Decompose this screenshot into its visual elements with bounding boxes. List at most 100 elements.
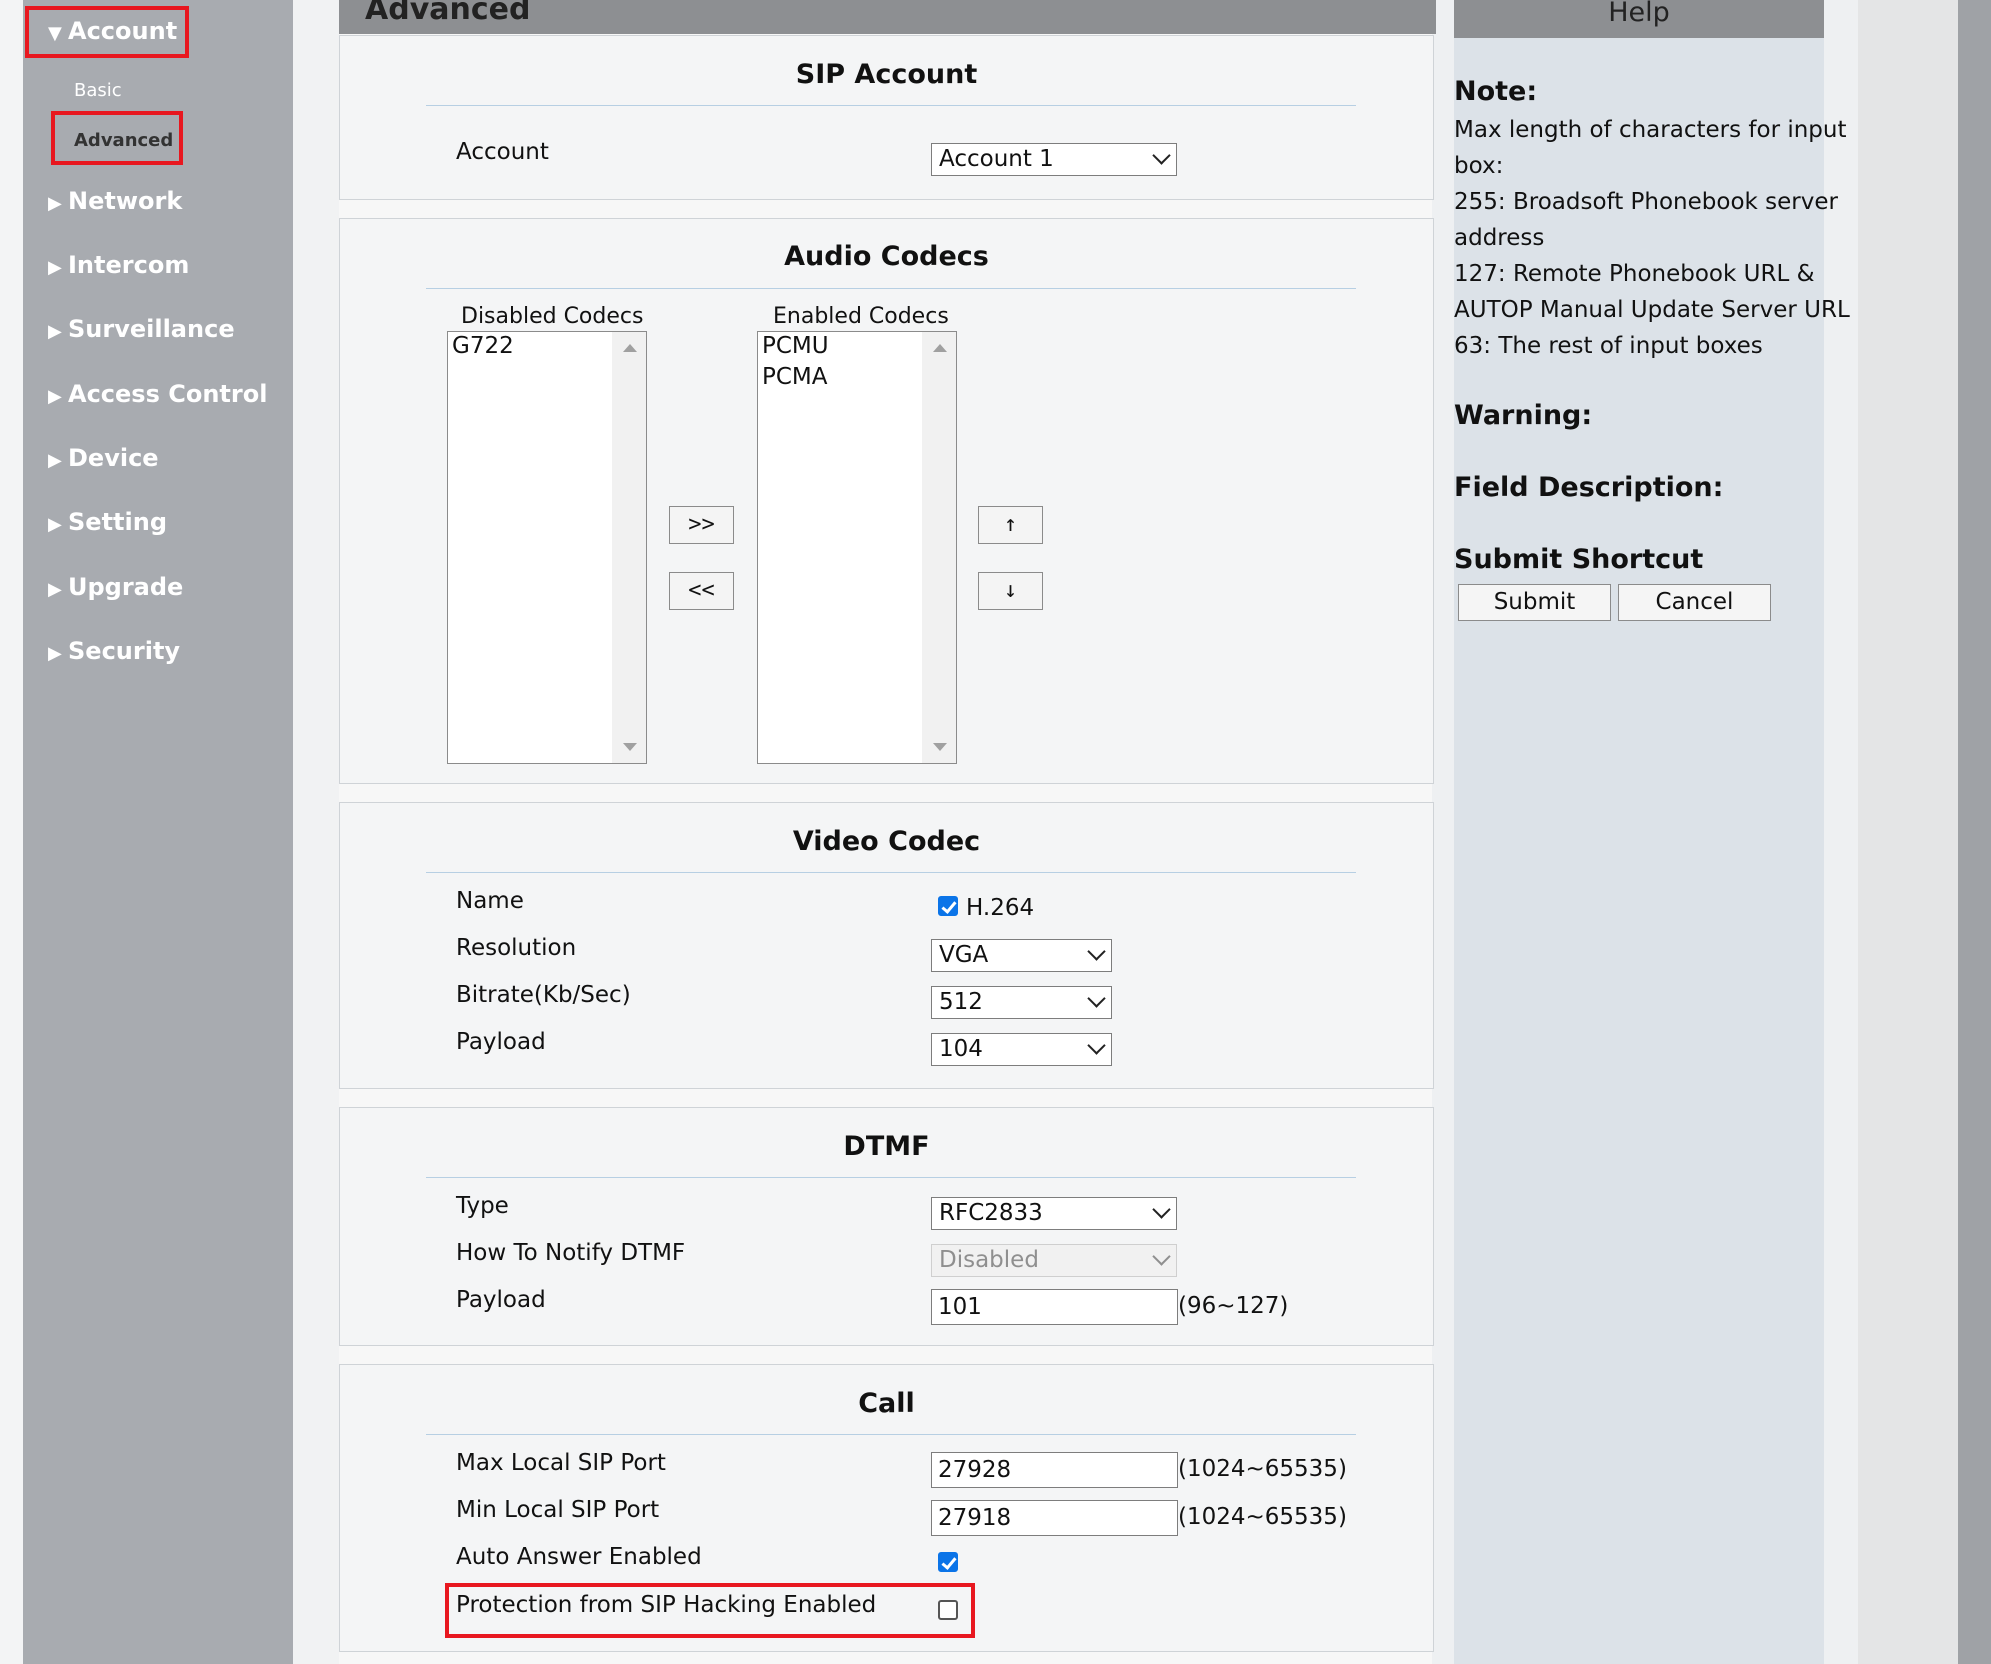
auto-answer-checkbox[interactable] [938, 1552, 958, 1572]
caret-right-icon: ▶ [48, 514, 62, 535]
video-payload-select-value: 104 [939, 1036, 983, 1062]
chevron-down-icon [1152, 1200, 1171, 1219]
section-video-codec: Video Codec Name H.264 Resolution VGA Bi… [339, 802, 1434, 1089]
remove-codec-button[interactable]: << [669, 572, 734, 610]
min-port-input[interactable]: 27918 [931, 1500, 1178, 1536]
note-line: 63: The rest of input boxes [1454, 333, 1763, 359]
divider [426, 1434, 1356, 1435]
divider [426, 105, 1356, 106]
nav-account[interactable]: ▼ Account [48, 17, 177, 45]
nav-access-control[interactable]: ▶ Access Control [48, 380, 267, 408]
list-item[interactable]: PCMU [762, 333, 829, 359]
section-call: Call Max Local SIP Port 27928 (1024~6553… [339, 1364, 1434, 1652]
note-line: box: [1454, 153, 1504, 179]
notify-dtmf-select: Disabled [931, 1244, 1177, 1277]
nav-network[interactable]: ▶ Network [48, 187, 182, 215]
notify-dtmf-label: How To Notify DTMF [456, 1240, 686, 1266]
nav-access-control-label: Access Control [68, 380, 268, 408]
list-item[interactable]: PCMA [762, 364, 828, 390]
nav-device[interactable]: ▶ Device [48, 444, 159, 472]
scroll-up-icon[interactable] [623, 344, 637, 352]
caret-right-icon: ▶ [48, 386, 62, 407]
scrollbar[interactable] [922, 332, 956, 763]
nav-sub-basic[interactable]: Basic [74, 80, 122, 101]
dtmf-payload-label: Payload [456, 1287, 546, 1313]
nav-security[interactable]: ▶ Security [48, 637, 180, 665]
resolution-label: Resolution [456, 935, 577, 961]
chevron-down-icon [1087, 942, 1106, 961]
note-line: Max length of characters for input [1454, 117, 1847, 143]
nav-surveillance[interactable]: ▶ Surveillance [48, 315, 235, 343]
scroll-down-icon[interactable] [623, 743, 637, 751]
section-title: SIP Account [795, 59, 978, 90]
submit-button[interactable]: Submit [1458, 584, 1611, 621]
submit-shortcut-heading: Submit Shortcut [1454, 544, 1704, 575]
nav-intercom[interactable]: ▶ Intercom [48, 251, 189, 279]
nav-sub-advanced[interactable]: Advanced [74, 130, 173, 151]
bitrate-select[interactable]: 512 [931, 986, 1112, 1019]
h264-checkbox[interactable] [938, 896, 958, 916]
video-payload-label: Payload [456, 1029, 546, 1055]
move-up-button[interactable]: ↑ [978, 506, 1043, 544]
page-title: Advanced [365, 0, 531, 27]
help-title: Help [1608, 0, 1670, 28]
nav-upgrade[interactable]: ▶ Upgrade [48, 573, 183, 601]
nav-network-label: Network [68, 187, 183, 215]
chevron-down-icon [1087, 989, 1106, 1008]
account-select[interactable]: Account 1 [931, 143, 1177, 176]
chevron-down-icon [1087, 1036, 1106, 1055]
note-line: 127: Remote Phonebook URL & [1454, 261, 1815, 287]
caret-right-icon: ▶ [48, 321, 62, 342]
resolution-select[interactable]: VGA [931, 939, 1112, 972]
right-margin [1858, 0, 1958, 1664]
note-line: address [1454, 225, 1545, 251]
list-item[interactable]: G722 [452, 333, 514, 359]
note-line: 255: Broadsoft Phonebook server [1454, 189, 1838, 215]
auto-answer-label: Auto Answer Enabled [456, 1544, 702, 1570]
section-title: Call [858, 1388, 915, 1419]
protection-checkbox[interactable] [938, 1600, 958, 1620]
scrollbar[interactable] [612, 332, 646, 763]
move-down-button[interactable]: ↓ [978, 572, 1043, 610]
caret-right-icon: ▶ [48, 643, 62, 664]
section-dtmf: DTMF Type RFC2833 How To Notify DTMF Dis… [339, 1107, 1434, 1346]
divider [426, 872, 1356, 873]
nav-setting[interactable]: ▶ Setting [48, 508, 167, 536]
video-payload-select[interactable]: 104 [931, 1033, 1112, 1066]
nav-upgrade-label: Upgrade [68, 573, 184, 601]
right-edge [1958, 0, 1991, 1664]
nav-security-label: Security [68, 637, 181, 665]
chevron-down-icon [1152, 1247, 1171, 1266]
cancel-button[interactable]: Cancel [1618, 584, 1771, 621]
account-label: Account [456, 139, 549, 165]
account-select-value: Account 1 [939, 146, 1054, 172]
scroll-down-icon[interactable] [933, 743, 947, 751]
nav-surveillance-label: Surveillance [68, 315, 235, 343]
min-port-label: Min Local SIP Port [456, 1497, 660, 1523]
left-gutter [0, 0, 23, 1664]
max-port-label: Max Local SIP Port [456, 1450, 666, 1476]
disabled-codecs-label: Disabled Codecs [461, 304, 644, 329]
notify-dtmf-select-value: Disabled [939, 1247, 1039, 1273]
enabled-codecs-label: Enabled Codecs [773, 304, 949, 329]
disabled-codecs-list[interactable]: G722 [447, 331, 647, 764]
scroll-up-icon[interactable] [933, 344, 947, 352]
warning-heading: Warning: [1454, 400, 1593, 431]
caret-right-icon: ▶ [48, 450, 62, 471]
enabled-codecs-list[interactable]: PCMU PCMA [757, 331, 957, 764]
section-title: Video Codec [792, 826, 981, 857]
sidebar [23, 0, 293, 1664]
nav-device-label: Device [68, 444, 159, 472]
add-codec-button[interactable]: >> [669, 506, 734, 544]
dtmf-payload-input[interactable]: 101 [931, 1289, 1178, 1325]
bitrate-label: Bitrate(Kb/Sec) [456, 982, 631, 1008]
caret-right-icon: ▶ [48, 257, 62, 278]
divider [426, 1177, 1356, 1178]
section-title: DTMF [843, 1131, 930, 1162]
max-port-input[interactable]: 27928 [931, 1452, 1178, 1488]
h264-label: H.264 [966, 895, 1035, 921]
bitrate-select-value: 512 [939, 989, 983, 1015]
chevron-down-icon [1152, 146, 1171, 165]
note-heading: Note: [1454, 76, 1538, 107]
dtmf-type-select[interactable]: RFC2833 [931, 1197, 1177, 1230]
